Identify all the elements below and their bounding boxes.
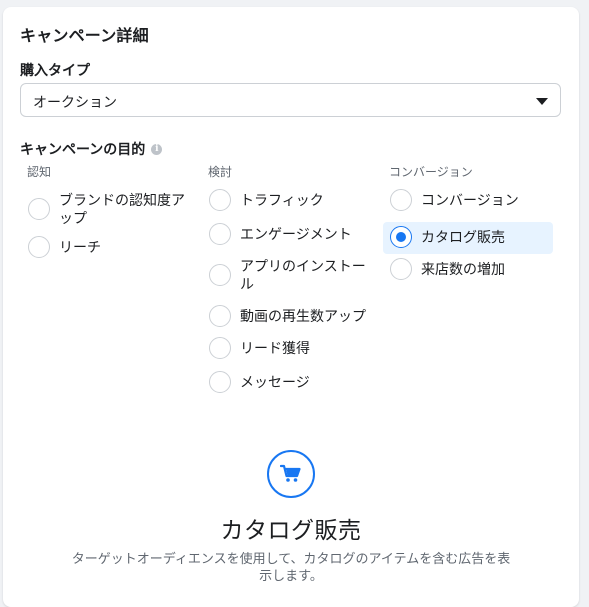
- objective-option-app-installs[interactable]: アプリのインストール: [202, 254, 372, 298]
- objective-option-messages[interactable]: メッセージ: [202, 370, 372, 396]
- option-label: コンバージョン: [421, 193, 519, 209]
- selected-objective-title: カタログ販売: [220, 518, 362, 544]
- objective-option-catalog-sales[interactable]: カタログ販売: [383, 222, 553, 254]
- option-label: メッセージ: [240, 375, 310, 391]
- objective-option-engagement[interactable]: エンゲージメント: [202, 222, 372, 248]
- radio-button[interactable]: [209, 305, 231, 327]
- radio-button[interactable]: [209, 264, 231, 286]
- option-label: ブランドの認知度アップ: [59, 193, 185, 227]
- objective-label: キャンペーンの目的: [20, 142, 146, 158]
- caret-down-icon: [536, 98, 548, 105]
- option-label: 来店数の増加: [421, 262, 505, 278]
- objective-column-conversion: コンバージョン コンバージョン カタログ販売 来店数の増加: [383, 163, 553, 283]
- radio-button[interactable]: [390, 258, 412, 280]
- radio-button-selected[interactable]: [390, 226, 412, 248]
- option-label: アプリのインストール: [240, 259, 366, 293]
- buying-type-label: 購入タイプ: [20, 63, 90, 79]
- column-heading-awareness: 認知: [27, 165, 52, 179]
- objective-option-lead-generation[interactable]: リード獲得: [202, 336, 372, 362]
- radio-button[interactable]: [209, 371, 231, 393]
- option-label: エンゲージメント: [240, 227, 352, 243]
- option-label: トラフィック: [240, 193, 324, 209]
- radio-button[interactable]: [209, 223, 231, 245]
- objective-option-store-traffic[interactable]: 来店数の増加: [383, 257, 553, 283]
- objective-option-video-views[interactable]: 動画の再生数アップ: [202, 304, 372, 330]
- option-label: リーチ: [59, 240, 101, 256]
- radio-button[interactable]: [209, 189, 231, 211]
- info-icon[interactable]: i: [151, 143, 163, 155]
- objective-label-row: キャンペーンの目的 i: [20, 139, 163, 159]
- radio-button[interactable]: [209, 337, 231, 359]
- radio-button[interactable]: [28, 236, 50, 258]
- selected-objective-description: ターゲットオーディエンスを使用して、カタログのアイテムを含む広告を表示します。: [71, 552, 511, 584]
- campaign-details-card: キャンペーン詳細 購入タイプ オークション キャンペーンの目的 i 認知 ブラン…: [3, 7, 579, 607]
- objective-column-consideration: 検討 トラフィック エンゲージメント アプリのインストール 動画の再生数アップ …: [202, 163, 372, 396]
- radio-button[interactable]: [390, 189, 412, 211]
- buying-type-value: オークション: [33, 95, 117, 111]
- option-label: リード獲得: [240, 341, 310, 357]
- objective-column-awareness: 認知 ブランドの認知度アップ リーチ: [21, 163, 191, 261]
- column-heading-consideration: 検討: [208, 165, 233, 179]
- shopping-cart-icon: [267, 450, 315, 498]
- column-heading-conversion: コンバージョン: [389, 165, 473, 179]
- objective-option-traffic[interactable]: トラフィック: [202, 188, 372, 214]
- objective-option-reach[interactable]: リーチ: [21, 235, 191, 261]
- buying-type-select[interactable]: オークション: [20, 83, 561, 117]
- section-title: キャンペーン詳細: [20, 26, 149, 45]
- selected-objective-panel: カタログ販売 ターゲットオーディエンスを使用して、カタログのアイテムを含む広告を…: [3, 450, 579, 585]
- objective-option-brand-awareness[interactable]: ブランドの認知度アップ: [21, 188, 191, 232]
- option-label: カタログ販売: [421, 230, 505, 246]
- objective-option-conversions[interactable]: コンバージョン: [383, 188, 553, 214]
- radio-button[interactable]: [28, 198, 50, 220]
- option-label: 動画の再生数アップ: [240, 309, 366, 325]
